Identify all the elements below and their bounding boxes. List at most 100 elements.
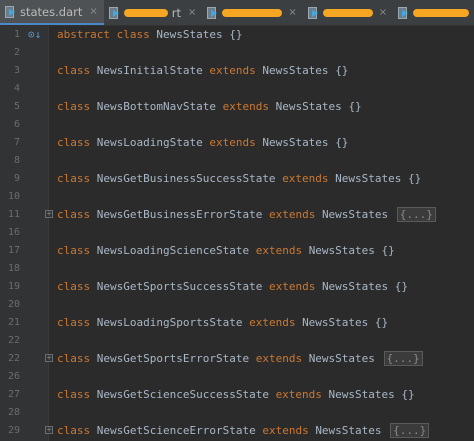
keyword-extends: extends (209, 64, 256, 77)
line-number: 9 (13, 173, 20, 184)
class-name: NewsGetSportsErrorState (96, 352, 250, 365)
class-body: {} (401, 388, 415, 401)
code-text[interactable]: class NewsGetScienceSuccessState extends… (57, 386, 415, 404)
class-name: NewsGetScienceSuccessState (96, 388, 269, 401)
collapsed-body[interactable]: {...} (390, 423, 430, 438)
code-text[interactable]: class NewsLoadingState extends NewsState… (57, 134, 348, 152)
code-text[interactable]: class NewsInitialState extends NewsState… (57, 62, 348, 80)
keyword-extends: extends (249, 316, 296, 329)
class-body: {} (229, 28, 243, 41)
code-text[interactable]: class NewsLoadingScienceState extends Ne… (57, 242, 395, 260)
line-number: 8 (13, 155, 20, 166)
class-name: NewsBottomNavState (96, 100, 216, 113)
code-line: 4 (0, 80, 474, 98)
keyword-extends: extends (222, 100, 269, 113)
code-line: 22 (0, 332, 474, 350)
line-number: 22 (7, 335, 20, 346)
line-number: 22 (7, 353, 20, 364)
code-text[interactable]: class NewsGetBusinessErrorState extends … (57, 206, 436, 224)
keyword-extends: extends (209, 136, 256, 149)
implemented-by-icon[interactable]: ⊙↓ (28, 26, 41, 44)
dart-file-icon (398, 6, 409, 19)
code-text[interactable]: class NewsBottomNavState extends NewsSta… (57, 98, 362, 116)
tab-3[interactable]: × (303, 0, 393, 25)
code-line: 1 ⊙↓ abstract class NewsStates {} (0, 26, 474, 44)
tab-1[interactable]: rt × (104, 0, 203, 25)
class-body: {} (394, 280, 409, 293)
code-line: 11 + class NewsGetBusinessErrorState exten… (0, 206, 474, 224)
line-number: 4 (13, 83, 20, 94)
parent-class-name: NewsStates (302, 316, 369, 329)
parent-class-name: NewsStates (328, 388, 395, 401)
code-line: 6 (0, 116, 474, 134)
fold-expand-icon[interactable]: + (45, 426, 53, 434)
parent-class-name: NewsStates (262, 64, 329, 77)
keyword-extends: extends (282, 172, 329, 185)
parent-class-name: NewsStates (308, 352, 375, 365)
parent-class-name: NewsStates (275, 100, 342, 113)
tab-0[interactable]: states.dart × (0, 0, 104, 25)
tab-4[interactable]: × (393, 0, 474, 25)
line-number: 2 (13, 47, 20, 58)
line-number: 10 (7, 191, 20, 202)
line-number: 1 (13, 29, 20, 40)
line-number: 21 (7, 317, 20, 328)
code-editor[interactable]: 1 ⊙↓ abstract class NewsStates {} 2 3 class N… (0, 26, 474, 441)
tab-label: rt (171, 5, 182, 20)
keyword: class (57, 208, 91, 221)
dart-file-icon (108, 6, 120, 19)
keyword-extends: extends (255, 244, 303, 257)
code-line: 2 (0, 44, 474, 62)
keyword: class (57, 244, 91, 257)
code-text[interactable]: class NewsGetSportsErrorState extends Ne… (57, 350, 423, 368)
code-line: 9 class NewsGetBusinessSuccessState exten… (0, 170, 474, 188)
class-name: NewsGetScienceErrorState (96, 424, 256, 437)
class-name: NewsInitialState (96, 64, 203, 77)
line-number: 29 (7, 425, 20, 436)
class-name: NewsLoadingScienceState (96, 244, 250, 257)
line-number: 20 (7, 299, 20, 310)
redacted-tab-name (123, 8, 168, 17)
code-line: 16 (0, 224, 474, 242)
code-line: 22 + class NewsGetSportsErrorState extends… (0, 350, 474, 368)
code-text[interactable]: class NewsGetBusinessSuccessState extend… (57, 170, 421, 188)
collapsed-body[interactable]: {...} (383, 351, 423, 366)
close-icon[interactable]: × (188, 7, 196, 18)
line-number: 16 (7, 227, 20, 238)
parent-class-name: NewsStates (321, 280, 389, 293)
code-line: 18 (0, 260, 474, 278)
code-line: 3 class NewsInitialState extends NewsStat… (0, 62, 474, 80)
class-body: {} (408, 172, 422, 185)
close-icon[interactable]: × (288, 7, 296, 18)
keyword: class (57, 424, 91, 437)
code-line: 17 class NewsLoadingScienceState extends … (0, 242, 474, 260)
close-icon[interactable]: × (379, 7, 387, 18)
code-line: 20 (0, 296, 474, 314)
keyword: class (57, 316, 91, 329)
fold-expand-icon[interactable]: + (45, 210, 53, 218)
tab-label: states.dart (20, 4, 83, 19)
keyword-extends: extends (262, 424, 309, 437)
dart-file-icon (5, 5, 16, 18)
keyword: class (57, 172, 91, 185)
code-text[interactable]: class NewsLoadingSportsState extends New… (57, 314, 388, 332)
code-line: 5 class NewsBottomNavState extends NewsSt… (0, 98, 474, 116)
close-icon[interactable]: × (89, 6, 97, 17)
class-name: NewsGetBusinessSuccessState (96, 172, 276, 185)
collapsed-body[interactable]: {...} (396, 207, 436, 222)
class-body: {} (335, 136, 349, 149)
code-line: 10 (0, 188, 474, 206)
line-number: 5 (13, 101, 20, 112)
class-body: {} (335, 64, 349, 77)
fold-expand-icon[interactable]: + (45, 354, 53, 362)
code-text[interactable]: class NewsGetSportsSuccessState extends … (57, 278, 408, 296)
keyword: class (57, 352, 91, 365)
code-text[interactable]: class NewsGetScienceErrorState extends N… (57, 422, 430, 440)
parent-class-name: NewsStates (315, 424, 382, 437)
code-line: 26 (0, 368, 474, 386)
code-text[interactable]: abstract class NewsStates {} (57, 26, 242, 44)
tab-2[interactable]: × (202, 0, 302, 25)
keyword-extends: extends (268, 208, 316, 221)
keyword: class (57, 136, 91, 149)
keyword: abstract class (57, 28, 150, 41)
